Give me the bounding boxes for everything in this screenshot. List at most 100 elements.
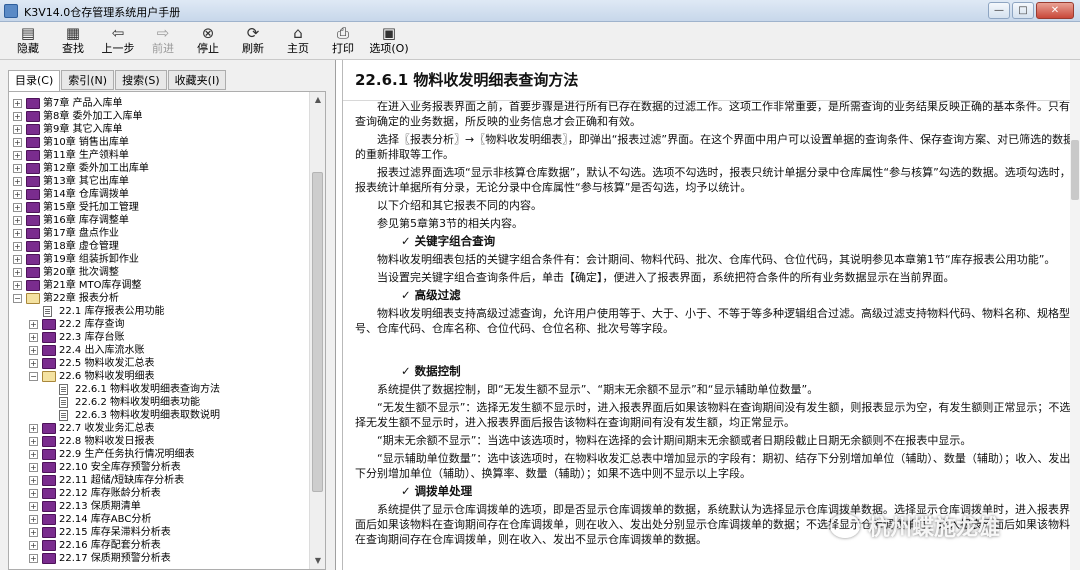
tree-item[interactable]: + 第17章 盘点作业 xyxy=(13,227,309,240)
stop-button[interactable]: ⊗ 停止 xyxy=(188,24,228,58)
find-icon: ▦ xyxy=(65,24,81,42)
tree-item[interactable]: +22.16 库存配套分析表 xyxy=(13,539,309,552)
content-scroll-thumb[interactable] xyxy=(1071,140,1079,200)
print-button[interactable]: ⎙ 打印 xyxy=(323,24,363,58)
book-icon xyxy=(42,449,56,460)
expand-icon[interactable]: + xyxy=(29,541,38,550)
expand-icon[interactable]: + xyxy=(29,502,38,511)
tree-item[interactable]: + 第11章 生产领料单 xyxy=(13,149,309,162)
expand-icon[interactable]: + xyxy=(29,463,38,472)
tree-item[interactable]: + 第19章 组装拆卸作业 xyxy=(13,253,309,266)
expand-icon[interactable]: + xyxy=(13,242,22,251)
tree-scrollbar[interactable]: ▲ ▼ xyxy=(309,92,325,569)
forward-button[interactable]: ⇨ 前进 xyxy=(143,24,183,58)
find-button[interactable]: ▦ 查找 xyxy=(53,24,93,58)
tree-item[interactable]: + 第10章 销售出库单 xyxy=(13,136,309,149)
back-button[interactable]: ⇦ 上一步 xyxy=(98,24,138,58)
scroll-down-arrow-icon[interactable]: ▼ xyxy=(310,553,325,569)
expand-icon[interactable]: + xyxy=(13,112,22,121)
expand-icon[interactable]: + xyxy=(29,346,38,355)
maximize-button[interactable]: □ xyxy=(1012,2,1034,19)
hide-button[interactable]: ▤ 隐藏 xyxy=(8,24,48,58)
expand-icon[interactable]: + xyxy=(13,190,22,199)
tree-item[interactable]: +22.12 库存账龄分析表 xyxy=(13,487,309,500)
home-button[interactable]: ⌂ 主页 xyxy=(278,24,318,58)
tree-item[interactable]: +22.15 库存呆滞料分析表 xyxy=(13,526,309,539)
expand-icon[interactable]: + xyxy=(13,216,22,225)
paragraph: 当设置完关键字组合查询条件后，单击【确定】，便进入了报表界面，系统把符合条件的所… xyxy=(377,271,955,284)
tree-item[interactable]: − 第22章 报表分析 xyxy=(13,292,309,305)
expand-icon[interactable]: + xyxy=(13,138,22,147)
minimize-button[interactable]: — xyxy=(988,2,1010,19)
tree-item-label: 22.13 保质期清单 xyxy=(59,501,141,512)
tree-item[interactable]: 22.1 库存报表公用功能 xyxy=(13,305,309,318)
tree-item[interactable]: + 第12章 委外加工出库单 xyxy=(13,162,309,175)
contents-tree: + 第7章 产品入库单 + 第8章 委外加工入库单 + 第9章 其它入库单 + 第10章 销售… xyxy=(13,97,309,565)
tree-item[interactable]: +22.3 库存台账 xyxy=(13,331,309,344)
close-button[interactable]: ✕ xyxy=(1036,2,1074,19)
expand-icon[interactable]: + xyxy=(29,528,38,537)
tree-item[interactable]: + 第9章 其它入库单 xyxy=(13,123,309,136)
expand-icon[interactable]: + xyxy=(29,450,38,459)
expand-icon[interactable]: + xyxy=(13,151,22,160)
expand-icon[interactable]: + xyxy=(29,333,38,342)
tree-item[interactable]: 22.6.3 物料收发明细表取数说明 xyxy=(13,409,309,422)
tree-item[interactable]: − 22.6 物料收发明细表 xyxy=(13,370,309,383)
tree-item-label: 第20章 批次调整 xyxy=(43,267,119,278)
options-button[interactable]: ▣ 选项(O) xyxy=(366,24,412,58)
tree-item[interactable]: +22.10 安全库存预警分析表 xyxy=(13,461,309,474)
expand-icon[interactable]: + xyxy=(29,476,38,485)
tree-item[interactable]: +22.4 出入库流水账 xyxy=(13,344,309,357)
tree-item[interactable]: + 第21章 MTO库存调整 xyxy=(13,279,309,292)
tree-item[interactable]: +22.2 库存查询 xyxy=(13,318,309,331)
tab-favorites[interactable]: 收藏夹(I) xyxy=(167,70,227,90)
expand-icon[interactable]: + xyxy=(13,99,22,108)
expand-icon[interactable]: + xyxy=(13,164,22,173)
tree-item[interactable]: +22.9 生产任务执行情况明细表 xyxy=(13,448,309,461)
tree-item-label: 22.17 保质期预警分析表 xyxy=(59,553,171,564)
tree-item[interactable]: +22.13 保质期清单 xyxy=(13,500,309,513)
collapse-icon[interactable]: − xyxy=(13,294,22,303)
tree-item[interactable]: 22.6.1 物料收发明细表查询方法 xyxy=(13,383,309,396)
tree-item[interactable]: +22.7 收发业务汇总表 xyxy=(13,422,309,435)
content-scrollbar[interactable] xyxy=(1070,60,1080,570)
expand-icon[interactable]: + xyxy=(29,424,38,433)
tree-item[interactable]: + 第18章 虚仓管理 xyxy=(13,240,309,253)
tab-search[interactable]: 搜索(S) xyxy=(115,70,167,90)
tree-item[interactable]: + 第8章 委外加工入库单 xyxy=(13,110,309,123)
tree-item[interactable]: + 第16章 库存调整单 xyxy=(13,214,309,227)
tree-item[interactable]: +22.17 保质期预警分析表 xyxy=(13,552,309,565)
scroll-up-arrow-icon[interactable]: ▲ xyxy=(310,92,325,108)
tree-item[interactable]: + 第15章 受托加工管理 xyxy=(13,201,309,214)
expand-icon[interactable]: + xyxy=(29,515,38,524)
tree-item[interactable]: +22.5 物料收发汇总表 xyxy=(13,357,309,370)
expand-icon[interactable]: + xyxy=(13,177,22,186)
tree-scroll-thumb[interactable] xyxy=(312,172,323,492)
tree-item[interactable]: + 第20章 批次调整 xyxy=(13,266,309,279)
expand-icon[interactable]: + xyxy=(29,437,38,446)
expand-icon[interactable]: + xyxy=(13,203,22,212)
expand-icon[interactable]: + xyxy=(13,125,22,134)
expand-icon[interactable]: + xyxy=(29,359,38,368)
expand-icon[interactable]: + xyxy=(13,255,22,264)
tree-item[interactable]: + 第13章 其它出库单 xyxy=(13,175,309,188)
tree-item[interactable]: 22.6.2 物料收发明细表功能 xyxy=(13,396,309,409)
tree-item[interactable]: + 第7章 产品入库单 xyxy=(13,97,309,110)
tree-item[interactable]: +22.11 超储/短缺库存分析表 xyxy=(13,474,309,487)
tree-item[interactable]: + 第14章 仓库调拨单 xyxy=(13,188,309,201)
tab-contents[interactable]: 目录(C) xyxy=(8,70,61,92)
book-icon xyxy=(26,150,40,161)
tree-item[interactable]: +22.8 物料收发日报表 xyxy=(13,435,309,448)
expand-icon[interactable]: + xyxy=(13,268,22,277)
expand-icon[interactable]: + xyxy=(29,320,38,329)
expand-icon[interactable]: + xyxy=(13,281,22,290)
tree-item-label: 22.11 超储/短缺库存分析表 xyxy=(59,475,185,486)
tree-item[interactable]: +22.14 库存ABC分析 xyxy=(13,513,309,526)
back-arrow-icon: ⇦ xyxy=(111,24,125,42)
expand-icon[interactable]: + xyxy=(29,489,38,498)
collapse-icon[interactable]: − xyxy=(29,372,38,381)
expand-icon[interactable]: + xyxy=(29,554,38,563)
refresh-button[interactable]: ⟳ 刷新 xyxy=(233,24,273,58)
expand-icon[interactable]: + xyxy=(13,229,22,238)
tab-index[interactable]: 索引(N) xyxy=(61,70,115,90)
